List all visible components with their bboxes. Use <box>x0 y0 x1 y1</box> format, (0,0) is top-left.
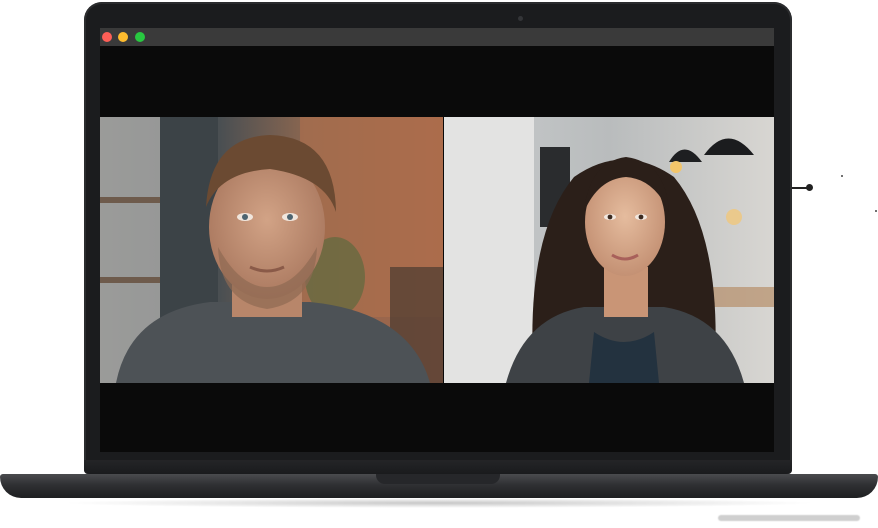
video-tile-participant-woman[interactable] <box>444 117 774 383</box>
maximize-button[interactable] <box>135 32 145 42</box>
decorative-speck <box>841 175 843 177</box>
participant-woman-video <box>444 117 774 383</box>
camera-icon <box>518 16 523 21</box>
laptop-shadow <box>60 498 818 508</box>
laptop-hinge <box>84 460 792 474</box>
pointer-dot <box>806 184 813 191</box>
decorative-speck <box>875 210 877 212</box>
laptop-screen <box>100 28 774 452</box>
minimize-button[interactable] <box>118 32 128 42</box>
participant-man-video <box>100 117 443 383</box>
laptop-opening-notch <box>376 474 500 484</box>
close-button[interactable] <box>102 32 112 42</box>
window-titlebar <box>100 28 774 46</box>
pointer-line <box>792 187 807 189</box>
video-tile-participant-man[interactable] <box>100 117 443 383</box>
stand-shadow <box>718 515 860 521</box>
